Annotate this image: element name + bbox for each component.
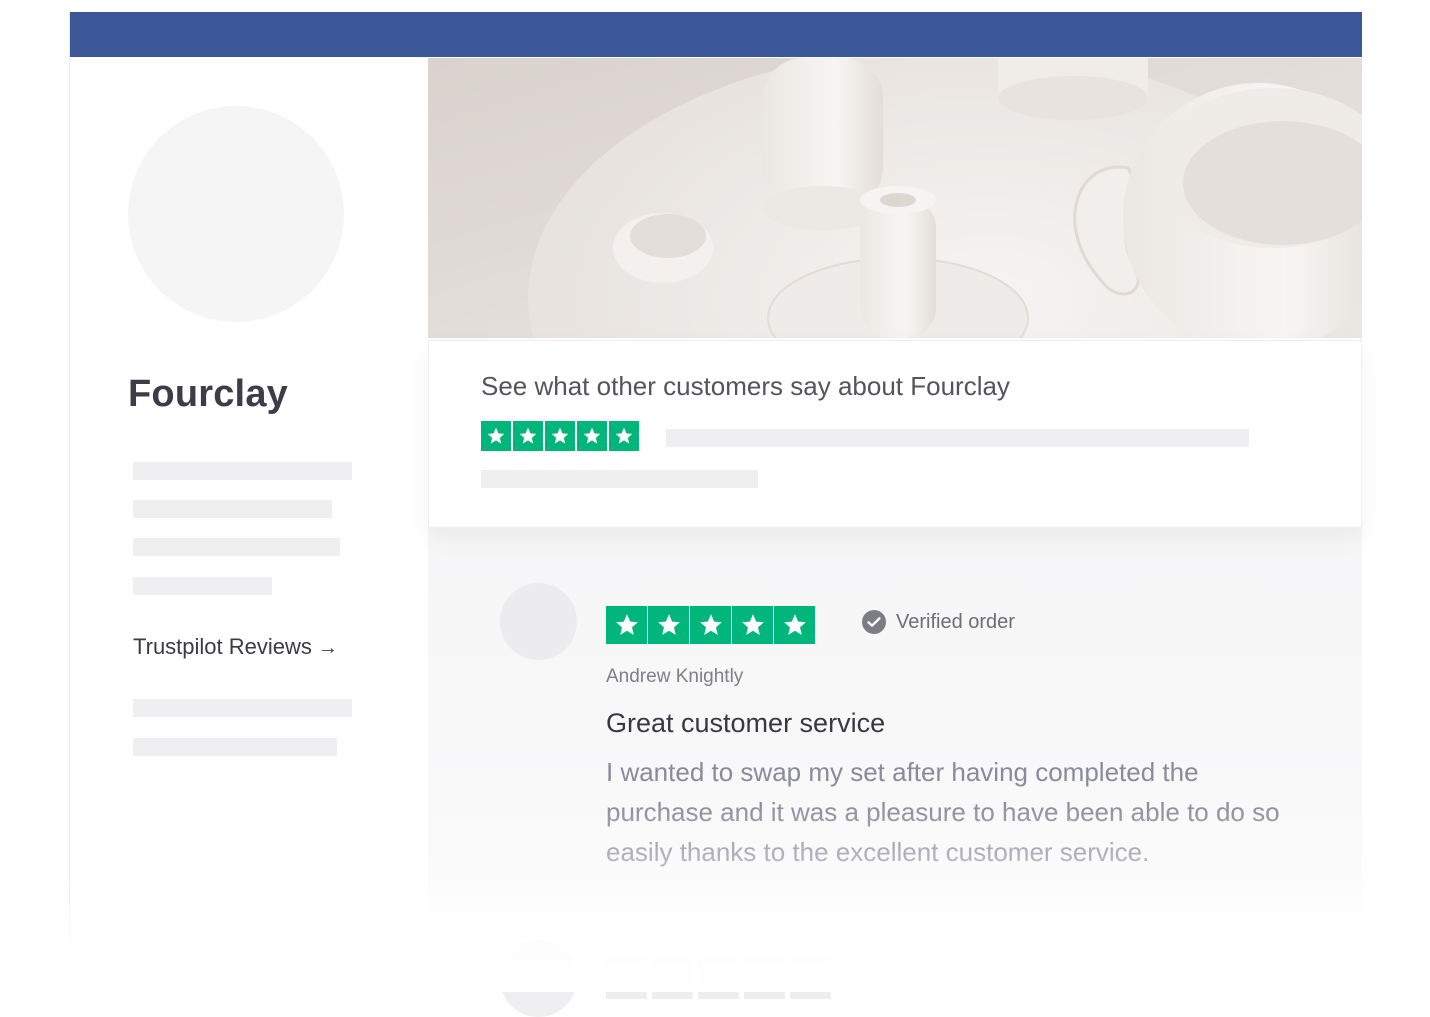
next-review-star-placeholder (744, 958, 785, 999)
placeholder-line (133, 577, 272, 595)
review-star-rating (606, 606, 815, 644)
next-review-star-placeholder (790, 958, 831, 999)
star-icon (774, 606, 815, 644)
reviewer-name: Andrew Knightly (606, 666, 744, 687)
placeholder-line (133, 500, 332, 518)
summary-heading: See what other customers say about Fourc… (481, 371, 1010, 401)
placeholder-line (666, 429, 1249, 447)
arrow-right-icon: → (317, 637, 338, 659)
trustpilot-reviews-link-label: Trustpilot Reviews (133, 634, 312, 659)
star-icon (545, 421, 575, 451)
placeholder-line (133, 738, 337, 756)
ceramics-photo-icon (428, 58, 1362, 338)
star-icon (609, 421, 639, 451)
top-navigation-bar (70, 12, 1362, 57)
next-reviewer-avatar (500, 940, 577, 1017)
page-title: Fourclay (128, 373, 288, 415)
star-icon (732, 606, 773, 644)
placeholder-line (133, 699, 352, 717)
star-icon (606, 606, 647, 644)
reviewer-avatar (500, 583, 577, 660)
star-icon (577, 421, 607, 451)
review-body: I wanted to swap my set after having com… (606, 757, 1280, 867)
verified-check-icon (862, 610, 886, 634)
placeholder-line (481, 470, 758, 488)
placeholder-line (133, 462, 352, 480)
cover-photo (428, 58, 1362, 338)
review-title: Great customer service (606, 708, 886, 738)
trustpilot-reviews-link[interactable]: Trustpilot Reviews → (133, 634, 338, 660)
profile-avatar-placeholder (128, 106, 344, 322)
next-review-star-placeholder (652, 958, 693, 999)
summary-star-rating (481, 421, 639, 451)
star-icon (513, 421, 543, 451)
next-review-star-placeholder (606, 958, 647, 999)
placeholder-line (133, 538, 340, 556)
star-icon (690, 606, 731, 644)
star-icon (481, 421, 511, 451)
reviews-summary-card: See what other customers say about Fourc… (428, 340, 1362, 528)
star-icon (648, 606, 689, 644)
next-review-star-placeholder (698, 958, 739, 999)
verified-order-label: Verified order (896, 610, 1015, 633)
verified-order-badge: Verified order (862, 610, 1015, 634)
